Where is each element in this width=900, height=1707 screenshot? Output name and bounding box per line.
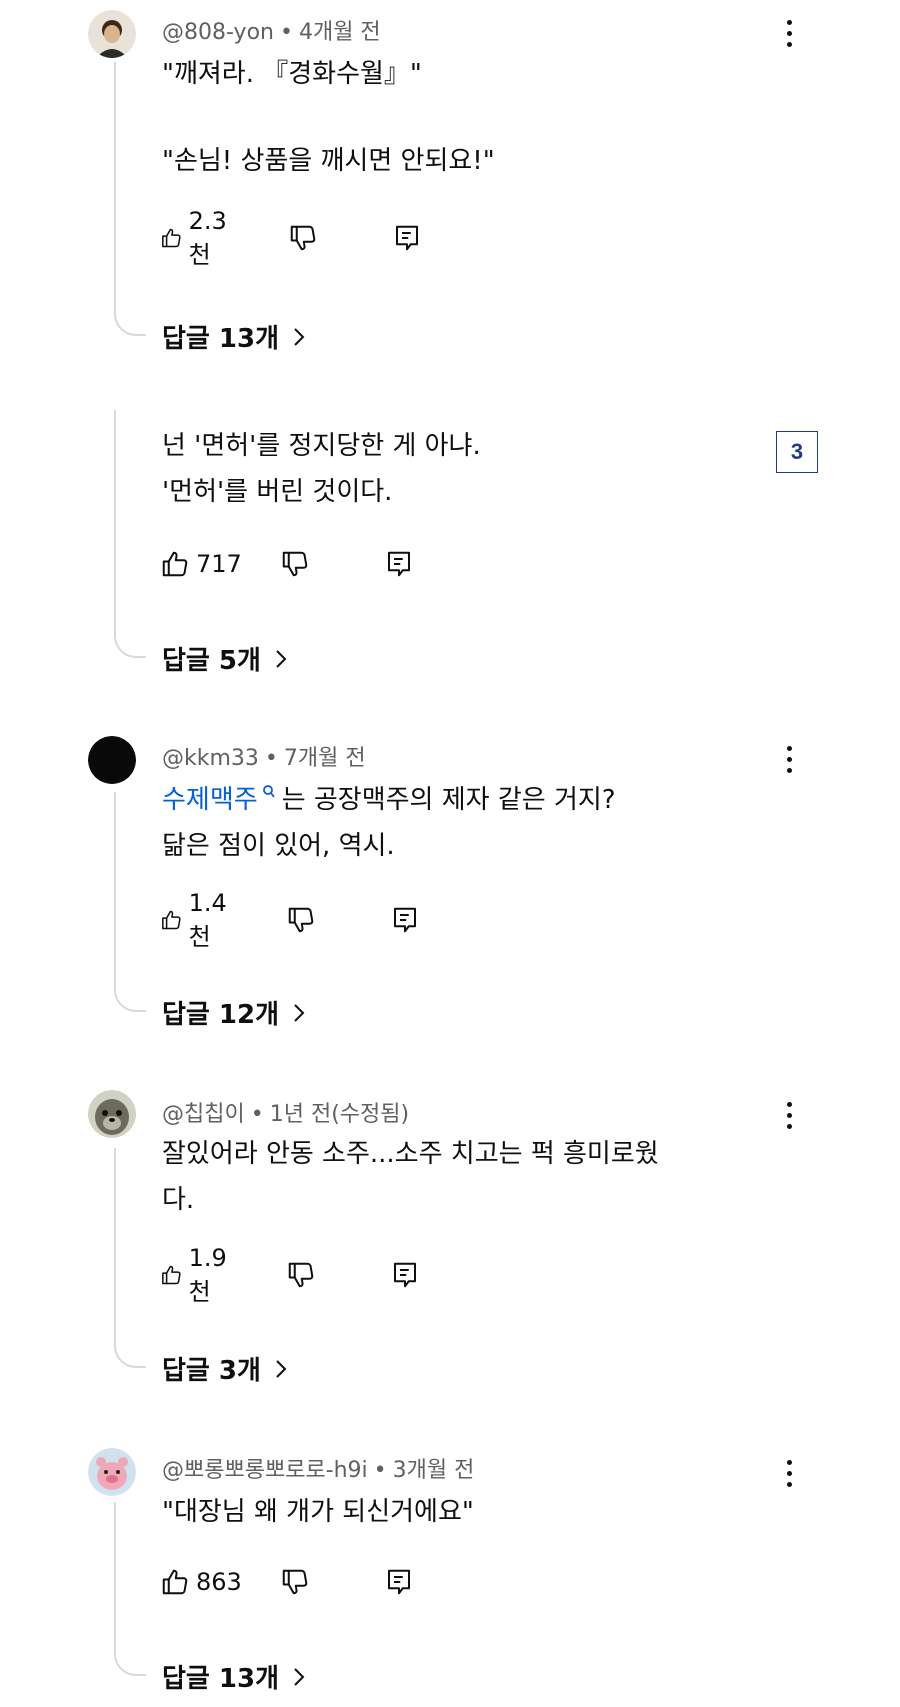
more-icon[interactable]: [782, 744, 796, 774]
like-button[interactable]: 1.4천: [160, 889, 234, 951]
comment-text: "깨져라. 『경화수월』" "손님! 상품을 깨시면 안되요!": [162, 54, 495, 181]
like-button[interactable]: 863: [160, 1564, 242, 1600]
dislike-icon: [282, 1569, 308, 1595]
like-button[interactable]: 717: [160, 546, 242, 582]
replies-label: 답글 12개: [162, 1000, 279, 1030]
author-name[interactable]: @칩칩이: [162, 1102, 245, 1127]
replies-label: 답글 3개: [162, 1356, 261, 1386]
comment-time: 1년 전(수정됨): [269, 1102, 410, 1127]
replies-label: 답글 5개: [162, 646, 261, 676]
reply-icon: [388, 551, 410, 577]
chevron-right-icon: [276, 649, 287, 668]
like-icon: [162, 1265, 181, 1285]
reply-button[interactable]: [384, 1564, 414, 1600]
author-name[interactable]: @kkm33: [162, 746, 259, 771]
like-button[interactable]: 2.3천: [160, 207, 234, 269]
replies-label: 답글 13개: [162, 1664, 279, 1694]
replies-toggle[interactable]: 답글 12개: [162, 994, 305, 1031]
dislike-icon: [290, 225, 316, 251]
like-button[interactable]: 1.9천: [160, 1244, 234, 1306]
reply-icon: [396, 225, 418, 251]
reply-button[interactable]: [390, 902, 420, 938]
comment-line: 다.: [162, 1185, 195, 1215]
avatar[interactable]: [88, 1448, 136, 1496]
comment-meta: @뽀롱뽀롱뽀로로-h9i • 3개월 전: [162, 1458, 475, 1483]
comment-line: '먼허'를 버린 것이다.: [162, 477, 393, 507]
like-icon: [162, 1569, 188, 1595]
dislike-icon: [282, 551, 308, 577]
thread-line: [114, 62, 146, 336]
reply-button[interactable]: [392, 220, 422, 256]
like-count: 2.3천: [188, 206, 227, 269]
comment-line: 넌 '면허'를 정지당한 게 아냐.: [162, 431, 481, 461]
more-icon[interactable]: [782, 1100, 796, 1130]
reply-icon: [394, 1262, 416, 1288]
chevron-right-icon: [294, 327, 305, 346]
comment-line: 수제맥주 는 공장맥주의 제자 같은 거지?: [162, 785, 616, 815]
like-count: 1.9천: [188, 1243, 227, 1306]
dislike-icon: [288, 907, 314, 933]
like-icon: [162, 228, 181, 248]
dislike-icon: [288, 1262, 314, 1288]
dislike-button[interactable]: [280, 546, 310, 582]
comment-line: "깨져라. 『경화수월』": [162, 59, 422, 89]
replies-toggle[interactable]: 답글 5개: [162, 640, 287, 677]
mention-link[interactable]: 수제맥주: [162, 785, 282, 815]
comment-line: [162, 94, 495, 141]
like-icon: [162, 551, 188, 577]
author-name[interactable]: @808-yon: [162, 20, 274, 45]
dislike-button[interactable]: [286, 902, 316, 938]
comment-meta: @칩칩이 • 1년 전(수정됨): [162, 1102, 410, 1127]
more-icon[interactable]: [782, 1458, 796, 1488]
thread-line: [114, 1148, 146, 1368]
replies-toggle[interactable]: 답글 13개: [162, 318, 305, 355]
comment-meta: @808-yon • 4개월 전: [162, 20, 381, 45]
replies-label: 답글 13개: [162, 324, 279, 354]
comment-line: "대장님 왜 개가 되신거에요": [162, 1497, 474, 1527]
reply-button[interactable]: [384, 546, 414, 582]
like-count: 717: [196, 550, 242, 578]
thread-line: [114, 1502, 146, 1676]
replies-toggle[interactable]: 답글 3개: [162, 1350, 287, 1387]
page-badge: 3: [776, 431, 818, 473]
reply-icon: [388, 1569, 410, 1595]
comment-text: 넌 '면허'를 정지당한 게 아냐. '먼허'를 버린 것이다.: [162, 426, 481, 512]
comment-text: 수제맥주 는 공장맥주의 제자 같은 거지? 닮은 점이 있어, 역시.: [162, 780, 616, 866]
avatar[interactable]: [88, 736, 136, 784]
dislike-button[interactable]: [288, 220, 318, 256]
avatar[interactable]: [88, 10, 136, 58]
search-icon: [262, 785, 275, 798]
chevron-right-icon: [294, 1667, 305, 1686]
avatar[interactable]: [88, 1090, 136, 1138]
comment-line: 잘있어라 안동 소주...소주 치고는 퍽 흥미로웠: [162, 1139, 659, 1169]
comment-text: "대장님 왜 개가 되신거에요": [162, 1492, 474, 1532]
like-count: 1.4천: [188, 888, 227, 951]
more-icon[interactable]: [782, 18, 796, 48]
thread-line: [114, 410, 146, 658]
dislike-button[interactable]: [280, 1564, 310, 1600]
reply-button[interactable]: [390, 1257, 420, 1293]
comment-time: 7개월 전: [283, 746, 366, 771]
author-name[interactable]: @뽀롱뽀롱뽀로로-h9i: [162, 1458, 368, 1483]
chevron-right-icon: [276, 1359, 287, 1378]
comment-time: 3개월 전: [392, 1458, 475, 1483]
comment-meta: @kkm33 • 7개월 전: [162, 746, 366, 771]
chevron-right-icon: [294, 1003, 305, 1022]
dislike-button[interactable]: [286, 1257, 316, 1293]
comment-line: 닮은 점이 있어, 역시.: [162, 831, 395, 861]
reply-icon: [394, 907, 416, 933]
like-count: 863: [196, 1568, 242, 1596]
comment-text: 잘있어라 안동 소주...소주 치고는 퍽 흥미로웠 다.: [162, 1134, 659, 1220]
thread-line: [114, 792, 146, 1012]
replies-toggle[interactable]: 답글 13개: [162, 1658, 305, 1695]
comment-time: 4개월 전: [298, 20, 381, 45]
like-icon: [162, 910, 181, 930]
comment-line: "손님! 상품을 깨시면 안되요!": [162, 146, 495, 176]
